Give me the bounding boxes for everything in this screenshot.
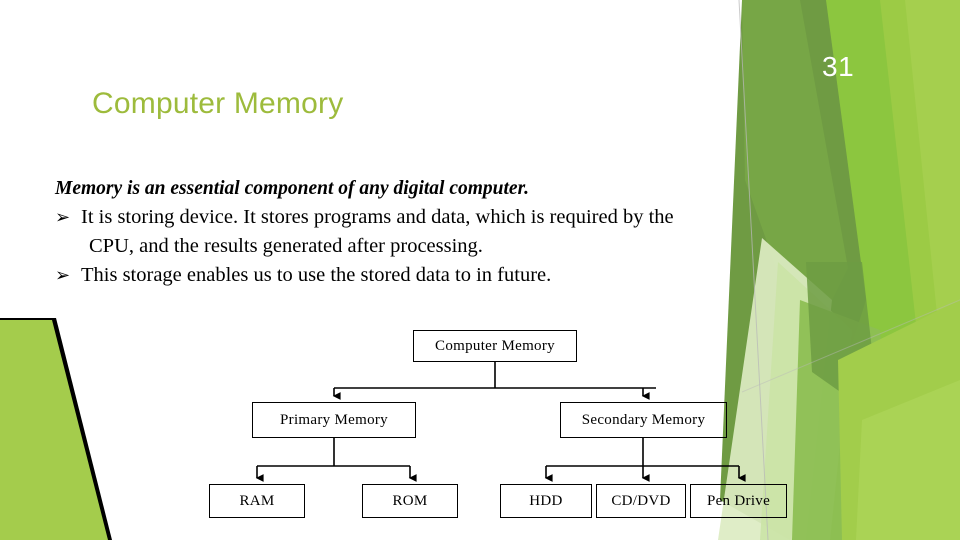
diagram-node-rom: ROM — [362, 484, 458, 518]
bullet-item-2: ➢ This storage enables us to use the sto… — [55, 261, 915, 290]
lead-sentence: Memory is an essential component of any … — [55, 178, 529, 199]
page-title: Computer Memory — [92, 87, 344, 120]
edge-primary-bus — [257, 438, 410, 467]
bullet-item-1-line-2: CPU, and the results generated after pro… — [89, 235, 483, 257]
edge-secondary-bus — [546, 438, 739, 467]
diagram-node-secondary-memory: Secondary Memory — [560, 402, 727, 438]
diagram-node-hdd: HDD — [500, 484, 592, 518]
bullet-arrow-icon: ➢ — [55, 265, 71, 286]
memory-hierarchy-diagram: Computer Memory Primary Memory Secondary… — [0, 316, 960, 540]
bullet-item-1: ➢ It is storing device. It stores progra… — [55, 203, 915, 232]
slide-canvas: 31 Computer Memory Memory is an essentia… — [0, 0, 960, 540]
bullet-item-2-line-1: This storage enables us to use the store… — [81, 264, 552, 286]
diagram-node-primary-memory: Primary Memory — [252, 402, 416, 438]
bullet-arrow-icon: ➢ — [55, 207, 71, 228]
edge-root-bus — [334, 362, 656, 389]
diagram-node-cd-dvd: CD/DVD — [596, 484, 686, 518]
page-number: 31 — [822, 51, 855, 82]
diagram-node-computer-memory: Computer Memory — [413, 330, 577, 362]
diagram-node-pen-drive: Pen Drive — [690, 484, 787, 518]
body-text-block: Memory is an essential component of any … — [55, 175, 915, 290]
bullet-item-1-line-1: It is storing device. It stores programs… — [81, 206, 674, 228]
diagram-node-ram: RAM — [209, 484, 305, 518]
